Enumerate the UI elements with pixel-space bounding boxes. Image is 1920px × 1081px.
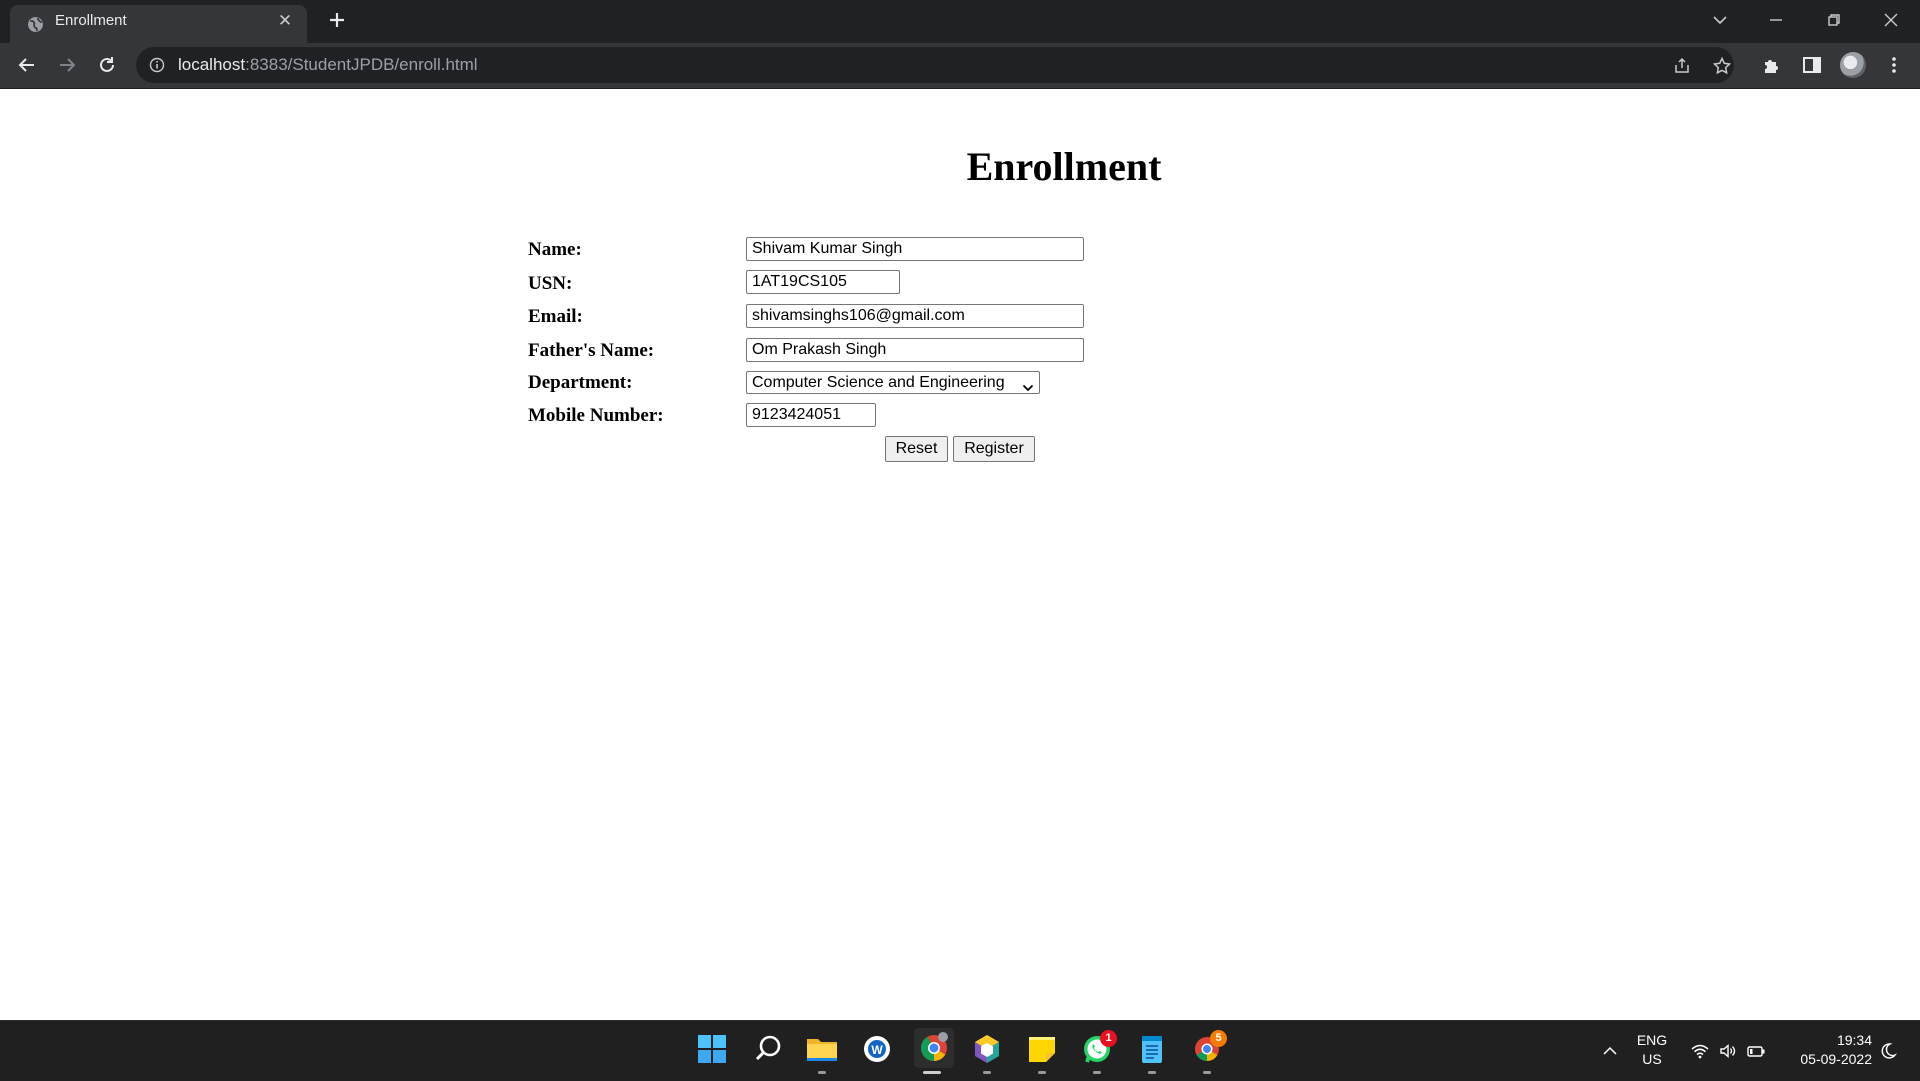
file-explorer-running-indicator [818, 1071, 826, 1074]
mobile-label: Mobile Number: [528, 405, 664, 426]
whatsapp-running-indicator [1093, 1071, 1101, 1074]
address-bar[interactable]: localhost:8383/StudentJPDB/enroll.html [136, 47, 1734, 83]
sticky-notes-icon[interactable] [1024, 1031, 1060, 1067]
bookmark-star-icon[interactable] [1712, 56, 1732, 76]
clock-time: 19:34 [1836, 1032, 1872, 1048]
usn-input[interactable]: 1AT19CS105 [746, 270, 900, 294]
tab-title: Enrollment [55, 12, 127, 29]
reset-button[interactable]: Reset [885, 436, 948, 462]
notepad-icon[interactable] [1134, 1031, 1170, 1067]
clock-date: 05-09-2022 [1800, 1051, 1872, 1067]
email-input[interactable]: shivamsinghs106@gmail.com [746, 304, 1084, 328]
chevron-down-icon [1022, 378, 1034, 400]
volume-icon[interactable] [1718, 1041, 1738, 1061]
chrome-icon[interactable] [914, 1028, 954, 1068]
show-hidden-icons-chevron-icon[interactable] [1600, 1041, 1620, 1061]
extensions-icon[interactable] [1761, 54, 1783, 76]
globe-icon [27, 16, 44, 38]
sticky-notes-running-indicator [1038, 1071, 1046, 1074]
more-menu-icon[interactable] [1883, 54, 1905, 76]
chrome-canary-badge: 5 [1210, 1030, 1227, 1047]
app-cube-running-indicator [983, 1071, 991, 1074]
chrome-canary-running-indicator [1203, 1071, 1211, 1074]
start-icon[interactable] [694, 1031, 730, 1067]
file-explorer-icon[interactable] [804, 1031, 840, 1067]
language-indicator[interactable]: ENG US [1632, 1031, 1672, 1069]
focus-moon-icon[interactable] [1878, 1041, 1898, 1061]
father-name-input[interactable]: Om Prakash Singh [746, 338, 1084, 362]
profile-avatar[interactable] [1840, 52, 1866, 78]
department-label: Department: [528, 372, 633, 393]
mobile-input[interactable]: 9123424051 [746, 403, 876, 427]
department-selected-value: Computer Science and Engineering [752, 374, 1005, 391]
language-line-1: ENG [1636, 1032, 1668, 1048]
browser-toolbar: localhost:8383/StudentJPDB/enroll.html [0, 43, 1920, 89]
language-line-2: US [1642, 1051, 1662, 1067]
url-path: :8383/StudentJPDB/enroll.html [245, 55, 478, 74]
name-input[interactable]: Shivam Kumar Singh [746, 237, 1084, 261]
app-cube-icon[interactable] [969, 1031, 1005, 1067]
clock[interactable]: 19:34 05-09-2022 [1782, 1031, 1872, 1069]
svg-text:W: W [871, 1043, 883, 1057]
email-label: Email: [528, 306, 583, 327]
wifi-icon[interactable] [1690, 1041, 1710, 1061]
back-icon[interactable] [15, 53, 39, 77]
site-info-icon[interactable] [149, 57, 165, 78]
restore-icon[interactable] [1822, 8, 1846, 32]
url-text[interactable]: localhost:8383/StudentJPDB/enroll.html [178, 47, 478, 83]
chrome-running-indicator [923, 1071, 941, 1074]
whatsapp-badge: 1 [1100, 1030, 1117, 1047]
tab-enrollment[interactable]: Enrollment ✕ [10, 5, 307, 43]
side-panel-icon[interactable] [1801, 54, 1823, 76]
father-name-label: Father's Name: [528, 340, 655, 361]
close-window-icon[interactable] [1879, 8, 1903, 32]
windows-taskbar: W 1 5 ENG US 19:34 05-09-2022 [0, 1020, 1920, 1081]
notepad-running-indicator [1148, 1071, 1156, 1074]
tab-search-chevron-icon[interactable] [1708, 8, 1732, 32]
browser-tab-bar: Enrollment ✕ [0, 0, 1920, 43]
register-button[interactable]: Register [953, 436, 1035, 462]
page-title: Enrollment [966, 144, 1162, 189]
name-label: Name: [528, 239, 582, 260]
battery-icon[interactable] [1746, 1041, 1766, 1061]
page-content: Enrollment Name: Shivam Kumar Singh USN:… [0, 89, 1920, 1020]
tab-close-icon[interactable]: ✕ [277, 12, 293, 29]
url-host: localhost [178, 55, 246, 74]
usn-label: USN: [528, 273, 573, 294]
minimize-icon[interactable] [1764, 8, 1788, 32]
reload-icon[interactable] [95, 53, 119, 77]
share-icon[interactable] [1672, 56, 1692, 76]
search-icon[interactable] [750, 1031, 786, 1067]
new-tab-icon[interactable] [325, 8, 349, 32]
forward-icon[interactable] [55, 53, 79, 77]
department-select[interactable]: Computer Science and Engineering [746, 371, 1040, 394]
word-icon[interactable]: W [859, 1031, 895, 1067]
